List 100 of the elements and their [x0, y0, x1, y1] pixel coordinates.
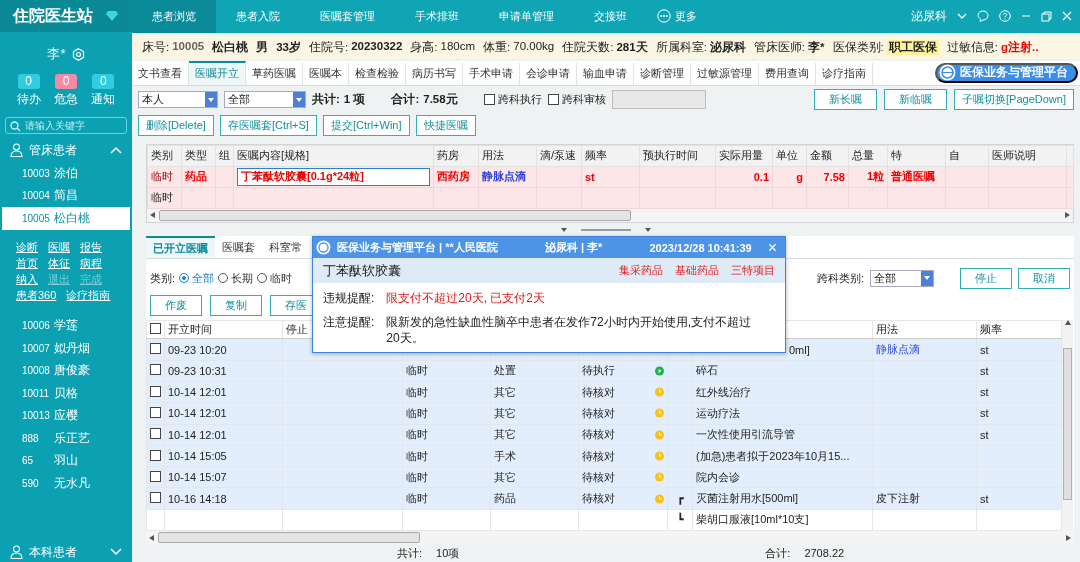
nav-tab[interactable]: 患者浏览: [132, 0, 216, 33]
patient-link[interactable]: 首页: [16, 255, 38, 271]
section-title[interactable]: 管床患者: [29, 141, 77, 159]
horizontal-scrollbar[interactable]: [146, 531, 1074, 545]
scroll-arrow-icon[interactable]: [149, 534, 155, 541]
tab[interactable]: 已开立医嘱: [146, 236, 215, 259]
tab[interactable]: 手术申请: [463, 62, 520, 85]
checkbox[interactable]: [150, 406, 161, 418]
patient-item[interactable]: 10003 涂伯: [0, 162, 132, 185]
nav-tab[interactable]: 医嘱套管理: [300, 0, 395, 33]
patient-link[interactable]: 患者360: [16, 287, 57, 303]
tab[interactable]: 医嘱本: [303, 62, 349, 85]
tab[interactable]: 医嘱开立: [189, 60, 246, 85]
patient-link[interactable]: 报告: [80, 239, 102, 255]
radio-label[interactable]: 长期: [231, 270, 254, 286]
checkbox[interactable]: [150, 492, 161, 504]
action-button[interactable]: 作废: [150, 295, 202, 317]
radio-label[interactable]: 临时: [270, 270, 293, 286]
nav-tab[interactable]: 交接班: [574, 0, 647, 33]
tab[interactable]: 科室常: [262, 236, 309, 259]
dropdown-arrow-icon[interactable]: [296, 97, 302, 102]
scroll-arrow-icon[interactable]: [1064, 212, 1070, 219]
tab[interactable]: 会诊申请: [520, 62, 577, 85]
patient-link[interactable]: 诊断: [16, 239, 38, 255]
nav-tab[interactable]: 患者入院: [216, 0, 300, 33]
toolbar-button[interactable]: 提交[Ctrl+Win]: [322, 115, 410, 137]
patient-link[interactable]: 病程: [80, 255, 102, 271]
toolbar-button[interactable]: 快捷医嘱: [415, 115, 476, 137]
chevron-up-icon[interactable]: [110, 146, 122, 154]
checkbox[interactable]: [150, 385, 161, 397]
toolbar-button[interactable]: 新临嘱: [884, 89, 948, 111]
action-button[interactable]: 取消: [1018, 267, 1070, 289]
nav-tab[interactable]: 手术排班: [395, 0, 479, 33]
section-title[interactable]: 本科患者: [29, 543, 77, 561]
vertical-scrollbar[interactable]: [1062, 320, 1073, 532]
patient-item[interactable]: 590 无水凡: [0, 472, 132, 495]
checkbox[interactable]: [150, 343, 161, 355]
platform-button[interactable]: 医保业务与管理平台: [935, 62, 1078, 83]
patient-item[interactable]: 10006 学莲: [0, 314, 132, 337]
radio-label[interactable]: 全部: [192, 270, 215, 286]
radio-button[interactable]: [179, 273, 190, 284]
settings-icon[interactable]: [71, 47, 85, 61]
checkbox[interactable]: [547, 94, 559, 106]
checkbox[interactable]: [150, 470, 161, 482]
action-button[interactable]: 复制: [210, 295, 262, 317]
radio-button[interactable]: [257, 273, 268, 284]
tab[interactable]: 病历书写: [406, 62, 463, 85]
checkbox-label[interactable]: 跨科执行: [497, 92, 542, 108]
patient-link[interactable]: 体征: [48, 255, 70, 271]
radio-button[interactable]: [218, 273, 229, 284]
toolbar-button[interactable]: 存医嘱套[Ctrl+S]: [219, 115, 317, 137]
help-icon[interactable]: [999, 10, 1011, 23]
tab[interactable]: 过敏源管理: [691, 62, 759, 85]
type-select[interactable]: 全部: [224, 91, 306, 109]
scroll-arrow-icon[interactable]: [1064, 320, 1071, 327]
patient-item[interactable]: 10008 唐俊豪: [0, 359, 132, 382]
chevron-down-icon[interactable]: [110, 548, 122, 556]
checkbox[interactable]: [150, 449, 161, 461]
patient-item[interactable]: 10004 简昌: [0, 184, 132, 207]
patient-link[interactable]: 纳入: [16, 271, 38, 287]
chevron-down-icon[interactable]: [957, 12, 967, 20]
tab[interactable]: 诊断管理: [634, 62, 691, 85]
patient-link[interactable]: 诊疗指南: [66, 287, 111, 303]
checkbox[interactable]: [150, 364, 161, 376]
dropdown-arrow-icon[interactable]: [924, 276, 930, 281]
toolbar-button[interactable]: 删除[Delete]: [138, 115, 214, 137]
toolbar-button[interactable]: 子嘱切换[PageDown]: [954, 89, 1074, 111]
order-input[interactable]: 丁苯酞软胶囊[0.1g*24粒]: [237, 167, 430, 186]
scroll-arrow-icon[interactable]: [1065, 534, 1071, 541]
patient-item[interactable]: 10007 姒丹烟: [0, 337, 132, 360]
action-button[interactable]: 停止: [960, 267, 1012, 289]
patient-item[interactable]: 10011 贝格: [0, 382, 132, 405]
header-checkbox[interactable]: [150, 323, 161, 335]
toolbar-button[interactable]: 新长嘱: [814, 89, 878, 111]
splitter-handle[interactable]: [561, 226, 651, 233]
search-field[interactable]: 请输入关键字: [5, 117, 127, 134]
more-link[interactable]: 更多: [675, 8, 697, 24]
count-badge[interactable]: 0: [55, 74, 77, 89]
dropdown-arrow-icon[interactable]: [208, 97, 214, 102]
tab[interactable]: 草药医嘱: [246, 62, 303, 85]
scope-select[interactable]: 本人: [138, 91, 218, 109]
tab[interactable]: 医嘱套: [215, 236, 262, 259]
patient-item[interactable]: 65 羽山: [0, 449, 132, 472]
checkbox-label[interactable]: 跨科审核: [561, 92, 606, 108]
tab[interactable]: 输血申请: [577, 62, 634, 85]
close-icon[interactable]: [1062, 11, 1072, 22]
tab[interactable]: 费用查询: [759, 62, 816, 85]
nav-tab[interactable]: 申请单管理: [479, 0, 574, 33]
tab[interactable]: 检查检验: [349, 62, 406, 85]
patient-item[interactable]: 10013 应樱: [0, 404, 132, 427]
patient-link[interactable]: 医嘱: [48, 239, 70, 255]
tab[interactable]: 诊疗指南: [816, 62, 873, 85]
close-button[interactable]: ×: [765, 239, 779, 256]
checkbox[interactable]: [150, 428, 161, 440]
department-select[interactable]: 泌尿科: [911, 7, 947, 25]
scroll-arrow-icon[interactable]: [150, 212, 156, 219]
department-select[interactable]: 全部: [870, 269, 934, 287]
patient-item[interactable]: 10005 松白桃: [2, 207, 130, 230]
patient-item[interactable]: 888 乐正艺: [0, 427, 132, 450]
checkbox[interactable]: [483, 94, 495, 106]
